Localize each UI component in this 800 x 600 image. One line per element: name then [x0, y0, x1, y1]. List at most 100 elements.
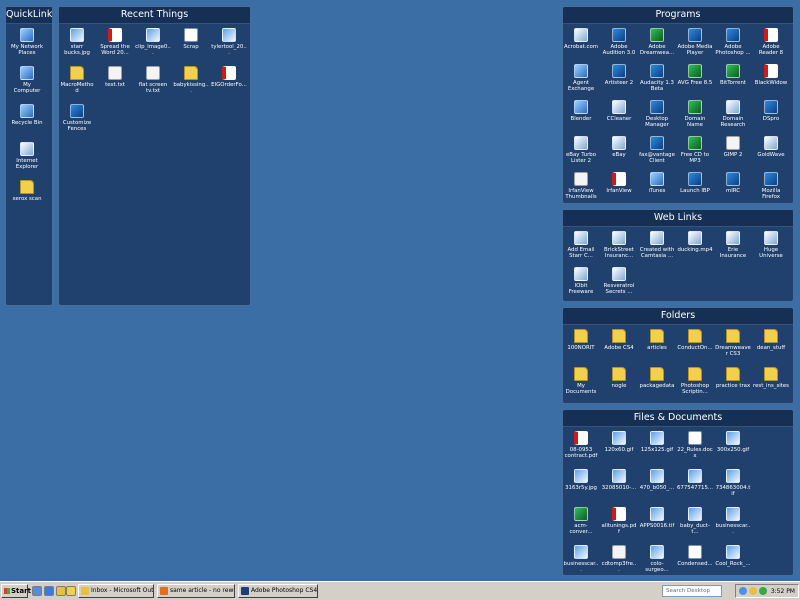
fence-item[interactable]: Adobe Photoshop ...	[715, 26, 751, 57]
fence-quicklinks[interactable]: QuickLinks My Network Places My Computer R…	[5, 6, 53, 306]
fence-item[interactable]: Desktop Manager	[639, 98, 675, 129]
fence-item[interactable]: CCleaner	[601, 98, 637, 122]
fence-item[interactable]: Add Email Starr C...	[563, 229, 599, 260]
fence-item[interactable]: 32085010-...	[601, 467, 637, 491]
fence-item[interactable]: tylertool_20...	[211, 26, 247, 57]
quicklaunch-folder-icon[interactable]	[66, 586, 76, 596]
fence-item[interactable]: Scrap	[173, 26, 209, 50]
fence-item[interactable]: dean_stuff	[753, 327, 789, 351]
fence-item[interactable]: IrfanView	[601, 170, 637, 194]
fence-item[interactable]: fax@vantage Client	[639, 134, 675, 165]
quicklaunch-outlook-icon[interactable]	[56, 586, 66, 596]
fence-item[interactable]: Customize Fences	[59, 102, 95, 133]
fence-item[interactable]: Cool_Rock_...	[715, 543, 751, 567]
fence-item[interactable]: clip_image0...	[135, 26, 171, 57]
fence-item[interactable]: packagedata	[639, 365, 675, 389]
fence-item[interactable]: Domain Name Analyzer v4	[677, 98, 713, 129]
fence-item[interactable]: Resveratrol Secrets ...	[601, 265, 637, 296]
search-desktop-input[interactable]: Search Desktop	[662, 585, 722, 597]
fence-item[interactable]: Acrobat.com	[563, 26, 599, 50]
fence-item[interactable]: Internet Explorer	[9, 140, 45, 171]
fence-item[interactable]: AVG Free 8.5	[677, 62, 713, 86]
fence-item[interactable]: text.txt	[97, 64, 133, 88]
fence-item[interactable]: MacroMethod	[59, 64, 95, 95]
fence-item[interactable]: mIRC	[715, 170, 751, 194]
fence-item[interactable]: eBay	[601, 134, 637, 158]
fence-item[interactable]: alltunings.pdf	[601, 505, 637, 536]
quicklaunch-internet-explorer-icon[interactable]	[44, 586, 54, 596]
fence-item[interactable]: 120x60.gif	[601, 429, 637, 453]
fence-item[interactable]: Domain Research Tool	[715, 98, 751, 129]
fence-item[interactable]: Photoshop Scriptin...	[677, 365, 713, 396]
fence-item[interactable]: colo-surgeo...	[639, 543, 675, 574]
fence-item[interactable]: Adobe Audition 3.0	[601, 26, 637, 57]
fence-item[interactable]: Agent Exchange	[563, 62, 599, 93]
fence-item[interactable]: Spread the Word 20...	[97, 26, 133, 57]
fence-folders[interactable]: Folders 100NORIT Adobe CS4 articles Conduct…	[562, 307, 794, 404]
fence-item[interactable]: EIGOrderFo...	[211, 64, 247, 88]
taskbar-button[interactable]: same article - no rewritin...	[157, 584, 235, 598]
fence-item[interactable]: babykissing...	[173, 64, 209, 95]
fence-item[interactable]: ducking.mp4	[677, 229, 713, 253]
fence-item[interactable]: Dreamweaver CS3	[715, 327, 751, 358]
fence-item[interactable]: GIMP 2	[715, 134, 751, 158]
fence-item[interactable]: cdtomp3fre...	[601, 543, 637, 574]
fence-item[interactable]: 300x250.gif	[715, 429, 751, 453]
fence-programs[interactable]: Programs Acrobat.com Adobe Audition 3.0 Ad…	[562, 6, 794, 204]
fence-item[interactable]: 08-0953 contract.pdf	[563, 429, 599, 460]
fence-item[interactable]: xerox scan	[9, 178, 45, 202]
fence-item[interactable]: My Network Places	[9, 26, 45, 57]
fence-item[interactable]: 22_Rules.docx	[677, 429, 713, 460]
fence-item[interactable]: DSpro	[753, 98, 789, 122]
fence-item[interactable]: IrfanView Thumbnails	[563, 170, 599, 201]
fence-item[interactable]: Blender	[563, 98, 599, 122]
fence-item[interactable]: acm-conver...	[563, 505, 599, 536]
fence-item[interactable]: Mozilla Firefox	[753, 170, 789, 201]
taskbar-button[interactable]: Inbox - Microsoft Outlook	[78, 584, 154, 598]
fence-item[interactable]: iTunes	[639, 170, 675, 194]
fence-recent-things[interactable]: Recent Things starr bucks.jpg Spread the …	[58, 6, 251, 306]
fence-item[interactable]: Recycle Bin	[9, 102, 45, 126]
fence-item[interactable]: 100NORIT	[563, 327, 599, 351]
fence-item[interactable]: My Documents	[563, 365, 599, 396]
fence-item[interactable]: articles	[639, 327, 675, 351]
fence-item[interactable]: BlackWidow	[753, 62, 789, 86]
fence-item[interactable]: GoldWave	[753, 134, 789, 158]
fence-item[interactable]: Adobe Dreamwea...	[639, 26, 675, 57]
fence-files-documents[interactable]: Files & Documents 08-0953 contract.pdf 12…	[562, 409, 794, 576]
fence-item[interactable]: nogle	[601, 365, 637, 389]
tray-network-icon[interactable]	[739, 587, 747, 595]
fence-item[interactable]: Erie Insurance Group	[715, 229, 751, 260]
fence-item[interactable]: 470_b050_...	[639, 467, 675, 491]
fence-item[interactable]: Adobe Media Player	[677, 26, 713, 57]
fence-item[interactable]: Created with Camtasia ...	[639, 229, 675, 260]
tray-volume-icon[interactable]	[749, 587, 757, 595]
fence-item[interactable]: Adobe CS4	[601, 327, 637, 351]
fence-item[interactable]: BrickStreet Insuranc...	[601, 229, 637, 260]
start-button[interactable]: Start	[1, 584, 31, 598]
fence-item[interactable]: 3163r5y.jpg	[563, 467, 599, 491]
fence-item[interactable]: Condensed...	[677, 543, 713, 567]
fence-item[interactable]: ConductOn...	[677, 327, 713, 351]
fence-item[interactable]: practice trax	[715, 365, 751, 389]
fence-item[interactable]: baby_duct-t...	[677, 505, 713, 536]
fence-item[interactable]: Adobe Reader 8	[753, 26, 789, 57]
quicklaunch-show-desktop-icon[interactable]	[32, 586, 42, 596]
fence-item[interactable]: Launch IBP	[677, 170, 713, 194]
tray-security-icon[interactable]	[759, 587, 767, 595]
fence-item[interactable]: 125x125.gif	[639, 429, 675, 453]
fence-item[interactable]: IObit Freeware	[563, 265, 599, 296]
fence-item[interactable]: Audacity 1.3 Beta (Unicode)	[639, 62, 675, 93]
fence-item[interactable]: businesscar...	[563, 543, 599, 574]
fence-item[interactable]: eBay Turbo Lister 2	[563, 134, 599, 165]
fence-item[interactable]: flat screen tv.txt	[135, 64, 171, 95]
fence-item[interactable]: Free CD to MP3 Converter	[677, 134, 713, 165]
fence-item[interactable]: starr bucks.jpg	[59, 26, 95, 57]
fence-item[interactable]: 734863004.tif	[715, 467, 751, 498]
fence-item[interactable]: 677547715...	[677, 467, 713, 491]
fence-item[interactable]: APPS0016.tif	[639, 505, 675, 529]
fence-item[interactable]: BitTorrent	[715, 62, 751, 86]
fence-item[interactable]: Artisteer 2	[601, 62, 637, 86]
fence-item[interactable]: Huge Universe Church Sou...	[753, 229, 789, 260]
fence-web-links[interactable]: Web Links Add Email Starr C... BrickStree…	[562, 209, 794, 302]
